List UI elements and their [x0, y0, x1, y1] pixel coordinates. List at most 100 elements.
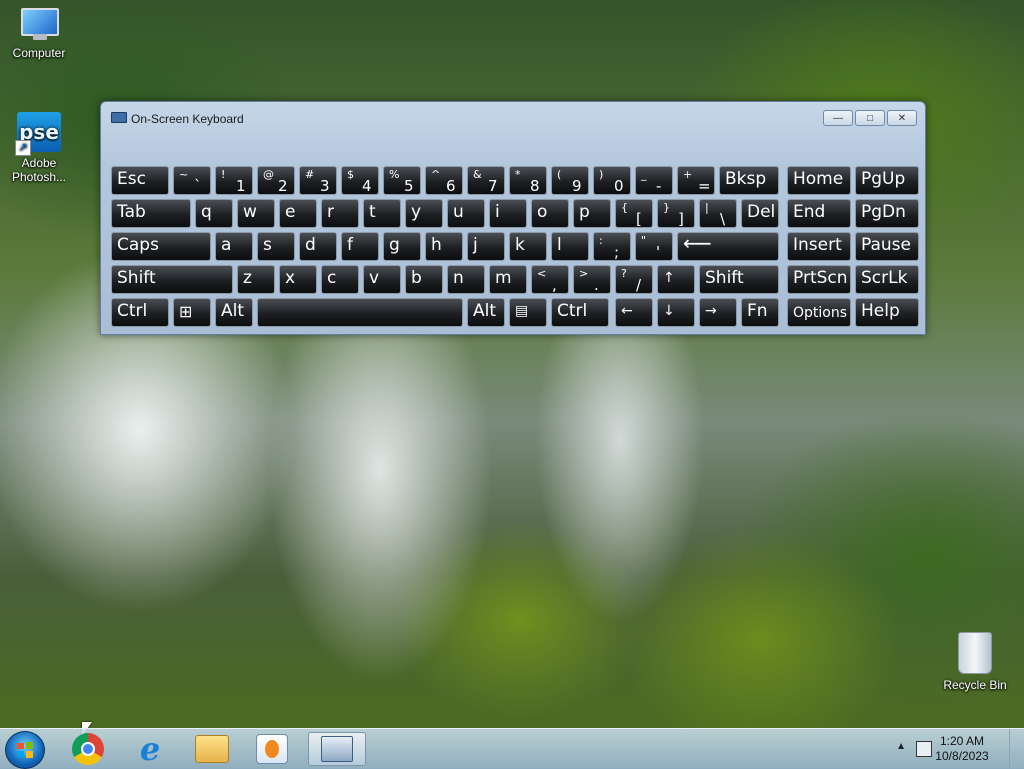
key-g[interactable]: g [383, 232, 421, 261]
key-i[interactable]: i [489, 199, 527, 228]
key-d[interactable]: d [299, 232, 337, 261]
minimize-icon: — [833, 112, 843, 124]
clock[interactable]: 1:20 AM 10/8/2023 [922, 734, 1002, 764]
key-comma[interactable]: <, [531, 265, 569, 294]
key-caps[interactable]: Caps [111, 232, 211, 261]
key-pause[interactable]: Pause [855, 232, 919, 261]
key-s[interactable]: s [257, 232, 295, 261]
key-t[interactable]: t [363, 199, 401, 228]
key-enter[interactable]: ⟵ [677, 232, 779, 261]
key-right-shift[interactable]: Shift [699, 265, 779, 294]
key-scrlk[interactable]: ScrLk [855, 265, 919, 294]
key-4[interactable]: $4 [341, 166, 379, 195]
key-left-arrow[interactable]: ← [615, 298, 653, 327]
key-semicolon[interactable]: :; [593, 232, 631, 261]
recycle-bin-icon [958, 632, 992, 674]
key-context-menu[interactable]: ▤ [509, 298, 547, 327]
key-e[interactable]: e [279, 199, 317, 228]
key-m[interactable]: m [489, 265, 527, 294]
key-down-arrow[interactable]: ↓ [657, 298, 695, 327]
photoshop-elements-icon: pse ↗ [15, 112, 61, 156]
key-2[interactable]: @2 [257, 166, 295, 195]
arrow-left-icon: ← [621, 303, 633, 319]
on-screen-keyboard-window: On-Screen Keyboard — □ ✕ Esc ~ ` ! 1 @2 #3… [100, 101, 926, 335]
key-w[interactable]: w [237, 199, 275, 228]
key-o[interactable]: o [531, 199, 569, 228]
key-a[interactable]: a [215, 232, 253, 261]
maximize-button[interactable]: □ [855, 110, 885, 126]
key-k[interactable]: k [509, 232, 547, 261]
key-grave[interactable]: ~ ` [173, 166, 211, 195]
key-right-arrow[interactable]: → [699, 298, 737, 327]
desktop-icon-label: Adobe Photosh... [11, 156, 67, 184]
key-l[interactable]: l [551, 232, 589, 261]
key-b[interactable]: b [405, 265, 443, 294]
close-icon: ✕ [897, 112, 907, 124]
key-left-ctrl[interactable]: Ctrl [111, 298, 169, 327]
key-r[interactable]: r [321, 199, 359, 228]
key-v[interactable]: v [363, 265, 401, 294]
arrow-down-icon: ↓ [663, 303, 675, 319]
key-slash[interactable]: ? / [615, 265, 653, 294]
key-left-shift[interactable]: Shift [111, 265, 233, 294]
key-right-bracket[interactable]: }] [657, 199, 695, 228]
key-x[interactable]: x [279, 265, 317, 294]
computer-icon [19, 8, 59, 42]
key-period[interactable]: >. [573, 265, 611, 294]
key-end[interactable]: End [787, 199, 851, 228]
key-left-alt[interactable]: Alt [215, 298, 253, 327]
key-options[interactable]: Options [787, 298, 851, 327]
key-9[interactable]: (9 [551, 166, 589, 195]
key-h[interactable]: h [425, 232, 463, 261]
desktop-icon-computer[interactable]: Computer [2, 8, 76, 60]
key-esc[interactable]: Esc [111, 166, 169, 195]
key-quote[interactable]: " ' [635, 232, 673, 261]
key-equals[interactable]: + = [677, 166, 715, 195]
key-home[interactable]: Home [787, 166, 851, 195]
show-hidden-icons-button[interactable]: ▲ [896, 741, 906, 752]
key-left-bracket[interactable]: {[ [615, 199, 653, 228]
key-6[interactable]: ^ 6 [425, 166, 463, 195]
key-minus[interactable]: _ - [635, 166, 673, 195]
key-backslash[interactable]: | \ [699, 199, 737, 228]
key-prtscn[interactable]: PrtScn [787, 265, 851, 294]
key-c[interactable]: c [321, 265, 359, 294]
key-0[interactable]: ) 0 [593, 166, 631, 195]
key-p[interactable]: p [573, 199, 611, 228]
key-tab[interactable]: Tab [111, 199, 191, 228]
key-pgdn[interactable]: PgDn [855, 199, 919, 228]
enter-arrow-icon: ⟵ [683, 231, 712, 255]
key-right-ctrl[interactable]: Ctrl [551, 298, 609, 327]
key-7[interactable]: & 7 [467, 166, 505, 195]
key-pgup[interactable]: PgUp [855, 166, 919, 195]
key-insert[interactable]: Insert [787, 232, 851, 261]
key-f[interactable]: f [341, 232, 379, 261]
show-desktop-button[interactable] [1009, 729, 1024, 769]
key-1[interactable]: ! 1 [215, 166, 253, 195]
key-up-arrow[interactable]: ↑ [657, 265, 695, 294]
key-j[interactable]: j [467, 232, 505, 261]
desktop-icon-label: Computer [12, 46, 66, 60]
key-z[interactable]: z [237, 265, 275, 294]
key-del[interactable]: Del [741, 199, 779, 228]
minimize-button[interactable]: — [823, 110, 853, 126]
key-u[interactable]: u [447, 199, 485, 228]
key-8[interactable]: * 8 [509, 166, 547, 195]
key-space[interactable] [257, 298, 463, 327]
key-y[interactable]: y [405, 199, 443, 228]
key-backspace[interactable]: Bksp [719, 166, 779, 195]
window-titlebar[interactable]: On-Screen Keyboard — □ ✕ [101, 102, 925, 130]
key-3[interactable]: #3 [299, 166, 337, 195]
close-button[interactable]: ✕ [887, 110, 917, 126]
key-5[interactable]: % 5 [383, 166, 421, 195]
shortcut-arrow-icon: ↗ [15, 140, 31, 156]
desktop-icon-photoshop[interactable]: pse ↗ Adobe Photosh... [2, 112, 76, 184]
key-right-alt[interactable]: Alt [467, 298, 505, 327]
key-windows[interactable]: ⊞ [173, 298, 211, 327]
key-n[interactable]: n [447, 265, 485, 294]
key-fn[interactable]: Fn [741, 298, 779, 327]
key-q[interactable]: q [195, 199, 233, 228]
key-help[interactable]: Help [855, 298, 919, 327]
windows-logo-icon: ⊞ [179, 302, 193, 321]
desktop-icon-recycle-bin[interactable]: Recycle Bin [938, 632, 1012, 692]
